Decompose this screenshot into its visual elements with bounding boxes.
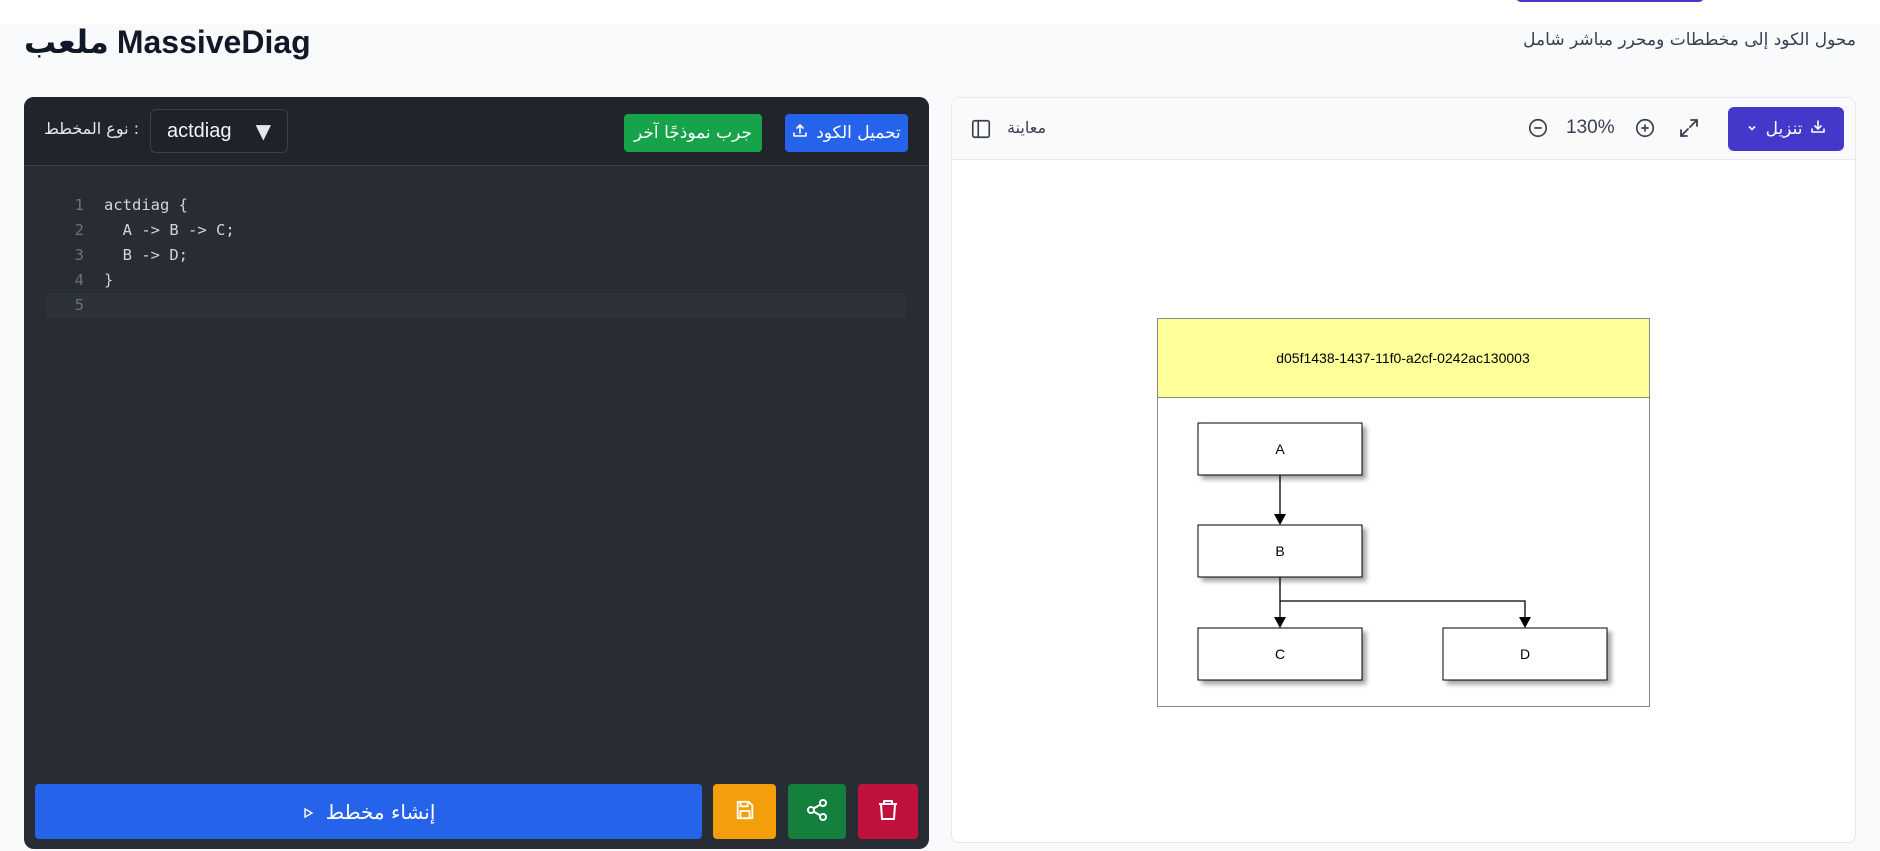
line-number: 4 [74, 271, 84, 289]
line-content: } [104, 271, 114, 289]
line-content [94, 296, 104, 314]
preview-panel: معاينة 130% تنزيل d05f1438-1437-11f0-a2c… [951, 97, 1856, 843]
code-line: 1 actdiag { [46, 193, 906, 218]
download-button[interactable]: تنزيل [1728, 107, 1844, 151]
try-another-sample-button[interactable]: جرب نموذجًا آخر [624, 114, 762, 152]
share-icon [805, 798, 829, 826]
upload-icon [792, 123, 808, 144]
page-title-arabic: ملعب [24, 23, 109, 61]
download-label: تنزيل [1765, 119, 1803, 139]
activity-diagram: d05f1438-1437-11f0-a2cf-0242ac130003 A B… [1157, 318, 1650, 707]
diagram-type-select[interactable]: actdiag ▼ [150, 109, 288, 153]
top-bar [0, 0, 1880, 24]
share-button[interactable] [788, 784, 846, 839]
save-icon [734, 799, 756, 825]
play-icon [302, 800, 314, 824]
caret-down-icon: ▼ [255, 119, 271, 143]
editor-toolbar: : نوع المخطط actdiag ▼ جرب نموذجًا آخر ت… [24, 97, 929, 166]
save-button[interactable] [713, 784, 776, 839]
delete-button[interactable] [858, 784, 918, 839]
node-d-label: D [1520, 646, 1530, 662]
upload-code-label: تحميل الكود [816, 123, 901, 143]
zoom-in-icon[interactable] [1634, 117, 1656, 143]
preview-label: معاينة [1007, 118, 1047, 137]
sidebar-toggle-icon[interactable] [970, 118, 992, 144]
diagram-type-value: actdiag [167, 119, 232, 142]
generate-diagram-button[interactable]: إنشاء مخطط [35, 784, 702, 839]
line-number: 1 [74, 196, 84, 214]
page-title-brand: MassiveDiag [116, 23, 311, 60]
generate-diagram-label: إنشاء مخطط [325, 799, 436, 824]
code-line: 2 A -> B -> C; [46, 218, 906, 243]
code-line: 3 B -> D; [46, 243, 906, 268]
lane-title: d05f1438-1437-11f0-a2cf-0242ac130003 [1276, 350, 1530, 366]
node-c-label: C [1275, 646, 1285, 662]
expand-icon[interactable] [1677, 116, 1701, 144]
line-number: 2 [74, 221, 84, 239]
line-content: actdiag { [104, 196, 188, 214]
trash-icon [876, 798, 900, 826]
node-b-label: B [1275, 543, 1284, 559]
code-line-active: 5 [46, 293, 906, 318]
line-content: B -> D; [104, 246, 188, 264]
chevron-down-icon [1746, 119, 1758, 139]
diagram-type-label: : نوع المخطط [44, 119, 140, 138]
upload-code-button[interactable]: تحميل الكود [785, 114, 908, 152]
try-another-sample-label: جرب نموذجًا آخر [634, 123, 752, 143]
node-a-label: A [1275, 441, 1285, 457]
zoom-out-icon[interactable] [1527, 117, 1549, 143]
line-number: 5 [74, 296, 84, 314]
line-number: 3 [74, 246, 84, 264]
code-area[interactable]: 1 actdiag { 2 A -> B -> C; 3 B -> D; 4} 5 [46, 193, 906, 318]
page-subtitle: محول الكود إلى مخططات ومحرر مباشر شامل [1523, 30, 1856, 50]
top-nav-button[interactable] [1516, 0, 1704, 2]
page-title: ملعب MassiveDiag [24, 22, 311, 62]
preview-toolbar: معاينة 130% تنزيل [952, 98, 1855, 160]
zoom-level: 130% [1566, 117, 1615, 138]
download-icon [1810, 119, 1826, 140]
code-editor-panel: : نوع المخطط actdiag ▼ جرب نموذجًا آخر ت… [24, 97, 929, 849]
line-content: A -> B -> C; [104, 221, 235, 239]
code-line: 4} [46, 268, 906, 293]
